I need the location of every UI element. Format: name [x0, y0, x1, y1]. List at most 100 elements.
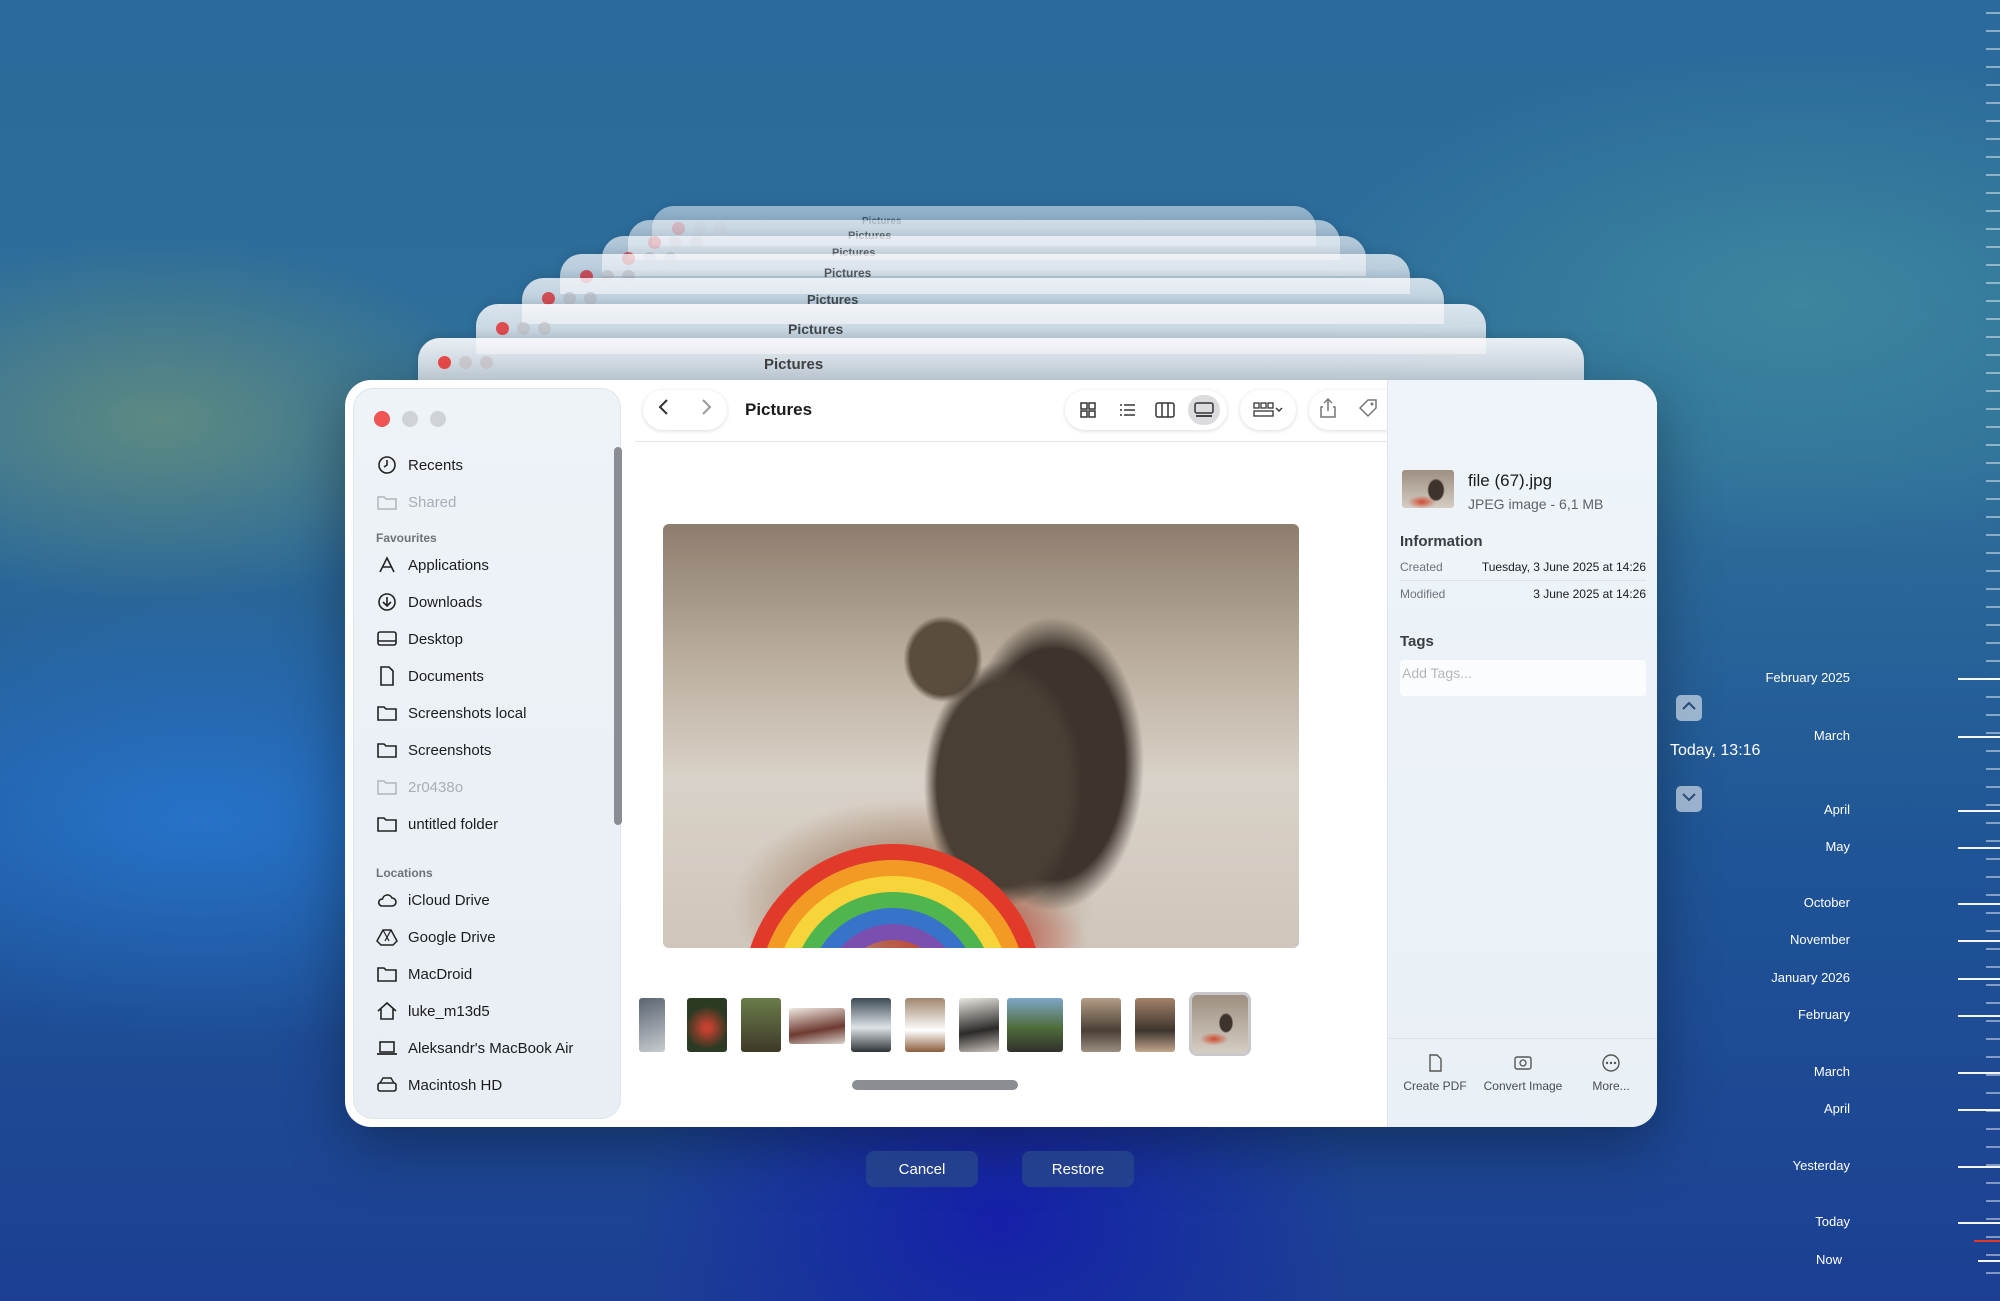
thumbnail[interactable]	[851, 998, 891, 1052]
sidebar-item-label: Screenshots local	[408, 704, 527, 722]
file-kind-size: JPEG image - 6,1 MB	[1468, 496, 1604, 512]
timeline-label[interactable]: March	[1650, 1064, 1850, 1079]
sidebar-item-label: Screenshots	[408, 741, 492, 759]
created-label: Created	[1400, 560, 1443, 574]
list-view-button[interactable]	[1111, 395, 1143, 425]
timeline-minor-tick	[1986, 1146, 2000, 1148]
sidebar-item-recents[interactable]: Recents	[376, 452, 606, 478]
group-by-button[interactable]	[1240, 390, 1296, 430]
forward-button[interactable]	[699, 397, 713, 423]
timeline-minor-tick	[1986, 318, 2000, 320]
thumbnail[interactable]	[1135, 998, 1175, 1052]
timeline-minor-tick	[1986, 588, 2000, 590]
share-icon[interactable]	[1319, 397, 1337, 424]
navigation-buttons	[643, 390, 727, 430]
timeline-label[interactable]: October	[1650, 895, 1850, 910]
timeline-minor-tick	[1986, 498, 2000, 500]
cloud-icon	[376, 890, 398, 910]
thumbnail[interactable]	[905, 998, 945, 1052]
timeline-minor-tick	[1986, 408, 2000, 410]
sidebar-item-downloads[interactable]: Downloads	[376, 589, 606, 615]
timeline-minor-tick	[1986, 1182, 2000, 1184]
timeline-minor-tick	[1986, 786, 2000, 788]
gallery-scrollbar[interactable]	[852, 1080, 1018, 1090]
thumbnail[interactable]	[1007, 998, 1063, 1052]
timeline-label[interactable]: November	[1650, 932, 1850, 947]
timeline[interactable]: February 2025 March April May October No…	[1650, 0, 2000, 1301]
timeline-minor-tick	[1986, 12, 2000, 14]
timeline-major-tick	[1958, 940, 2000, 942]
timeline-label[interactable]: February	[1650, 1007, 1850, 1022]
cancel-button[interactable]: Cancel	[866, 1151, 978, 1187]
sidebar: Recents Shared Favourites Applications D…	[353, 388, 622, 1119]
timeline-minor-tick	[1986, 696, 2000, 698]
timeline-minor-tick	[1986, 534, 2000, 536]
thumbnail[interactable]	[959, 998, 999, 1052]
sidebar-item-macdroid[interactable]: MacDroid	[376, 961, 606, 987]
convert-image-button[interactable]: Convert Image	[1480, 1053, 1566, 1093]
sidebar-item-desktop[interactable]: Desktop	[376, 626, 606, 652]
thumbnail[interactable]	[741, 998, 781, 1052]
created-row: Created Tuesday, 3 June 2025 at 14:26	[1400, 560, 1646, 580]
timeline-minor-tick	[1986, 966, 2000, 968]
more-quick-actions-button[interactable]: More...	[1568, 1053, 1654, 1093]
timeline-minor-tick	[1986, 858, 2000, 860]
thumbnail[interactable]	[1081, 998, 1121, 1052]
sidebar-scrollbar[interactable]	[614, 447, 622, 825]
timeline-major-tick	[1958, 978, 2000, 980]
convert-image-icon	[1513, 1053, 1533, 1073]
timeline-label[interactable]: Yesterday	[1650, 1158, 1850, 1173]
gallery-view-button[interactable]	[1187, 395, 1220, 425]
sidebar-item-untitled-folder[interactable]: untitled folder	[376, 811, 606, 837]
tag-icon[interactable]	[1357, 398, 1379, 423]
timeline-minor-tick	[1986, 804, 2000, 806]
sidebar-item-macintosh-hd[interactable]: Macintosh HD	[376, 1072, 606, 1098]
document-icon	[376, 666, 398, 686]
restore-button[interactable]: Restore	[1022, 1151, 1134, 1187]
timeline-label[interactable]: February 2025	[1650, 670, 1850, 685]
thumbnail[interactable]	[639, 998, 665, 1052]
folder-icon	[376, 964, 398, 984]
divider	[1400, 580, 1646, 581]
laptop-icon	[376, 1038, 398, 1058]
sidebar-item-icloud-drive[interactable]: iCloud Drive	[376, 887, 606, 913]
thumbnail-selected[interactable]	[1189, 992, 1251, 1056]
sidebar-item-macbook-air[interactable]: Aleksandr's MacBook Air	[376, 1035, 606, 1061]
timeline-label[interactable]: April	[1650, 1101, 1850, 1116]
timeline-label[interactable]: Now	[1642, 1252, 1842, 1267]
sidebar-item-shared[interactable]: Shared	[376, 489, 606, 515]
sidebar-item-screenshots-local[interactable]: Screenshots local	[376, 700, 606, 726]
thumbnail[interactable]	[789, 1008, 845, 1044]
tags-input[interactable]: Add Tags...	[1400, 660, 1646, 696]
timeline-label[interactable]: March	[1650, 728, 1850, 743]
back-button[interactable]	[657, 397, 671, 423]
sidebar-item-label: Documents	[408, 667, 484, 685]
sidebar-item-screenshots[interactable]: Screenshots	[376, 737, 606, 763]
timeline-minor-tick	[1986, 516, 2000, 518]
minimize-button[interactable]	[402, 411, 418, 427]
column-view-button[interactable]	[1149, 395, 1181, 425]
sidebar-item-documents[interactable]: Documents	[376, 663, 606, 689]
zoom-button[interactable]	[430, 411, 446, 427]
timeline-minor-tick	[1986, 1254, 2000, 1256]
timeline-label[interactable]: May	[1650, 839, 1850, 854]
thumbnail[interactable]	[687, 998, 727, 1052]
timeline-minor-tick	[1986, 822, 2000, 824]
sidebar-item-home[interactable]: luke_m13d5	[376, 998, 606, 1024]
timeline-label[interactable]: Today	[1650, 1214, 1850, 1229]
sidebar-item-2r0438o[interactable]: 2r0438o	[376, 774, 606, 800]
timeline-minor-tick	[1986, 102, 2000, 104]
sidebar-item-google-drive[interactable]: Google Drive	[376, 924, 606, 950]
timeline-minor-tick	[1986, 246, 2000, 248]
close-button[interactable]	[374, 411, 390, 427]
sidebar-item-applications[interactable]: Applications	[376, 552, 606, 578]
timeline-minor-tick	[1986, 1002, 2000, 1004]
preview-image	[663, 524, 1299, 948]
timeline-minor-tick	[1986, 1200, 2000, 1202]
timeline-label[interactable]: April	[1650, 802, 1850, 817]
timeline-label[interactable]: January 2026	[1650, 970, 1850, 985]
create-pdf-button[interactable]: Create PDF	[1392, 1053, 1478, 1093]
icon-view-button[interactable]	[1072, 395, 1104, 425]
timeline-minor-tick	[1986, 1020, 2000, 1022]
google-drive-icon	[376, 927, 398, 947]
